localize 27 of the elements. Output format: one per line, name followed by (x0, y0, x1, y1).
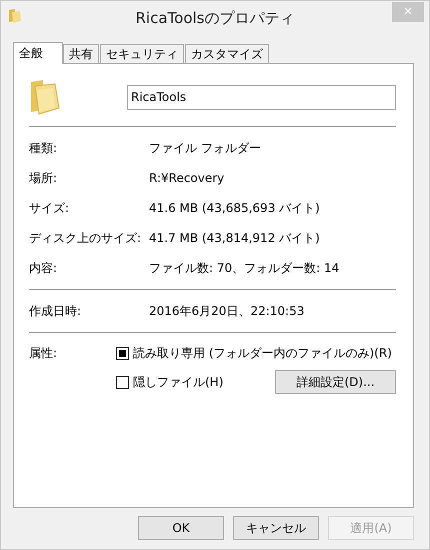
property-value: 41.6 MB (43,685,693 バイト) (149, 200, 320, 216)
folder-icon (9, 9, 21, 23)
checkbox-label[interactable]: 隠しファイル(H) (133, 374, 224, 390)
checkbox-label[interactable]: 読み取り専用 (フォルダー内のファイルのみ)(R) (133, 345, 392, 362)
tab[interactable]: カスタマイズ (185, 44, 269, 63)
tab[interactable]: 全般 (13, 42, 63, 64)
tab[interactable]: 共有 (63, 44, 99, 63)
dialog-button[interactable]: キャンセル (233, 516, 319, 540)
checkbox[interactable] (116, 347, 129, 360)
property-label: 種類: (29, 140, 58, 156)
attributes-label: 属性: (29, 345, 58, 362)
window-title: RicaToolsのプロパティ (136, 9, 294, 28)
tab[interactable]: セキュリティ (100, 44, 184, 63)
advanced-button[interactable]: 詳細設定(D)... (275, 370, 396, 394)
property-label: 内容: (29, 260, 58, 276)
property-value: 41.7 MB (43,814,912 バイト) (149, 230, 320, 246)
name-field[interactable]: RicaTools (127, 84, 396, 110)
property-value: R:¥Recovery (149, 171, 224, 185)
dialog-button[interactable]: OK (138, 516, 224, 540)
property-label: 場所: (29, 170, 58, 186)
checkbox[interactable] (116, 376, 129, 388)
property-label: サイズ: (29, 200, 70, 216)
property-value: ファイル フォルダー (149, 140, 261, 156)
property-value: 2016年6月20日、22:10:53 (149, 302, 304, 320)
property-label: 作成日時: (29, 302, 82, 320)
property-label: ディスク上のサイズ: (29, 230, 142, 246)
property-value: ファイル数: 70、フォルダー数: 14 (149, 260, 340, 276)
